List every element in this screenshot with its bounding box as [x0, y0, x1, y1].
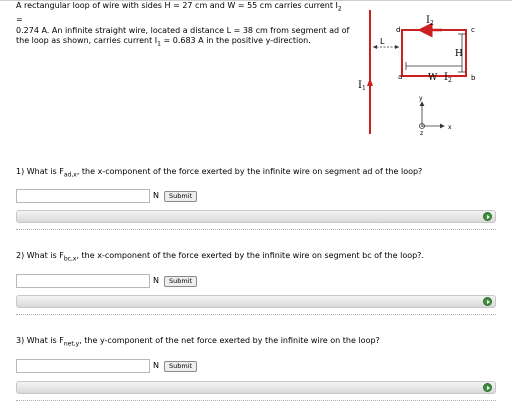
feedback-bar-2[interactable] — [16, 295, 496, 308]
unit-label-1: N — [153, 191, 159, 200]
problem-line-1: A rectangular loop of wire with sides H … — [16, 1, 342, 25]
answer-input-2[interactable] — [16, 274, 150, 288]
question-2-text: 2) What is Fbc,x, the x-component of the… — [16, 251, 424, 263]
problem-line-3: the loop as shown, carries current I1 = … — [16, 36, 311, 48]
label-y: y — [419, 95, 423, 102]
label-c: c — [471, 26, 475, 34]
unit-label-2: N — [153, 276, 159, 285]
label-b: b — [471, 74, 476, 82]
wire-current-arrow — [367, 78, 373, 86]
expand-icon[interactable] — [483, 297, 492, 306]
label-h: H — [455, 49, 463, 59]
label-i1: I1 — [358, 80, 366, 92]
question-1-text: 1) What is Fad,x, the x-component of the… — [16, 167, 423, 179]
label-z: z — [420, 130, 423, 137]
physics-diagram: I2 d c L H a W I2 b I1 y z x — [358, 10, 476, 137]
feedback-bar-1[interactable] — [16, 210, 496, 223]
label-w: W — [428, 73, 438, 83]
label-i2-bottom: I2 — [444, 72, 452, 84]
label-l: L — [380, 37, 385, 46]
answer-input-1[interactable] — [16, 189, 150, 203]
label-i2-top: I2 — [426, 15, 434, 27]
expand-icon[interactable] — [483, 383, 492, 392]
divider — [16, 314, 496, 315]
submit-button-3[interactable]: Submit — [164, 361, 198, 372]
submit-button-2[interactable]: Submit — [164, 276, 198, 287]
label-a: a — [398, 73, 402, 81]
expand-icon[interactable] — [483, 212, 492, 221]
divider — [16, 229, 496, 230]
problem-statement: A rectangular loop of wire with sides H … — [16, 1, 350, 50]
submit-button-1[interactable]: Submit — [164, 191, 198, 202]
label-x: x — [448, 124, 452, 131]
divider — [16, 400, 496, 401]
answer-input-3[interactable] — [16, 359, 150, 373]
problem-line-2: 0.274 A. An infinite straight wire, loca… — [16, 25, 350, 35]
question-3-text: 3) What is Fnet,y, the y-component of th… — [16, 336, 380, 348]
unit-label-3: N — [153, 361, 159, 370]
label-d: d — [396, 26, 400, 34]
feedback-bar-3[interactable] — [16, 381, 496, 394]
